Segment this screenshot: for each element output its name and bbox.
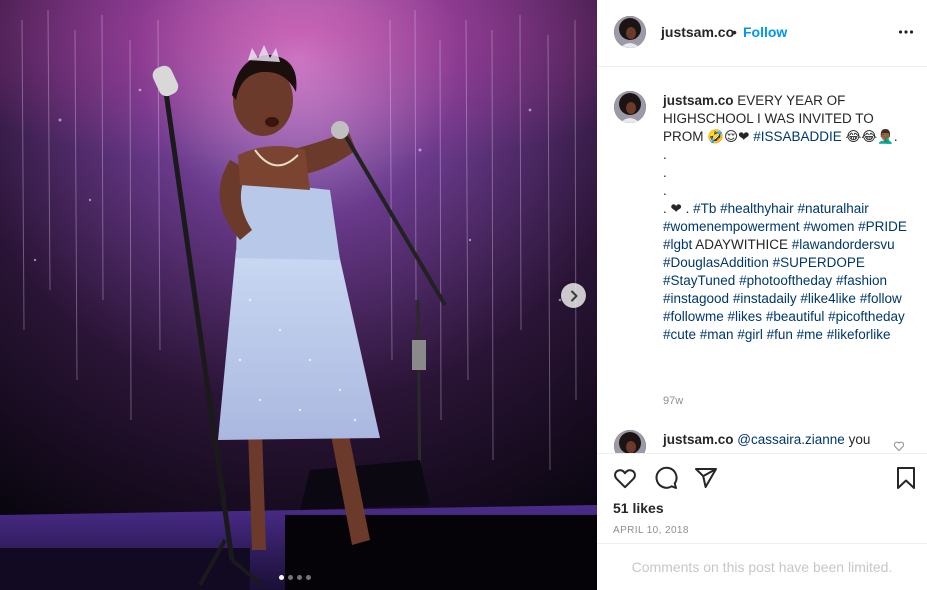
comments-limited-notice: Comments on this post have been limited. [597, 543, 927, 590]
hashtag-link[interactable]: #me [797, 327, 823, 342]
hashtag-link[interactable]: #fashion [836, 273, 887, 288]
follow-button[interactable]: Follow [743, 24, 787, 40]
carousel-dot [288, 575, 293, 580]
caption-text-segment [865, 255, 869, 270]
hashtag-link[interactable]: #instagood [663, 291, 729, 306]
caption-text: EVERY YEAR OF HIGHSCHOOL I WAS INVITED T… [663, 93, 911, 342]
hashtag-link[interactable]: #healthyhair [720, 201, 794, 216]
caption-text-segment [907, 219, 911, 234]
caption-username[interactable]: justsam.co [663, 93, 734, 108]
avatar[interactable] [614, 16, 646, 48]
hashtag-link[interactable]: #PRIDE [858, 219, 907, 234]
avatar[interactable] [614, 91, 646, 123]
next-photo-button[interactable] [561, 283, 586, 308]
hashtag-link[interactable]: #cute [663, 327, 696, 342]
comment-username[interactable]: justsam.co [663, 432, 734, 447]
caption-text-segment [887, 273, 891, 288]
hashtag-link[interactable]: #follow [860, 291, 902, 306]
comment-like-heart-icon[interactable] [893, 440, 905, 452]
hashtag-link[interactable]: #fun [767, 327, 793, 342]
hashtag-link[interactable]: #naturalhair [797, 201, 868, 216]
post-author-username[interactable]: justsam.co [661, 24, 734, 40]
comment-icon[interactable] [654, 466, 678, 490]
hashtag-link[interactable]: #lawandordersvu [792, 237, 895, 252]
avatar-image [614, 91, 646, 123]
comment-mention[interactable]: @cassaira.zianne [737, 432, 845, 447]
comment-text: you [844, 432, 871, 447]
hashtag-link[interactable]: #likes [728, 309, 763, 324]
hashtag-link[interactable]: #women [803, 219, 854, 234]
hashtag-link[interactable]: #SUPERDOPE [773, 255, 865, 270]
separator-dot: • [732, 24, 737, 40]
avatar-image [614, 16, 646, 48]
hashtag-link[interactable]: #likeforlike [827, 327, 891, 342]
caption-text-segment [905, 309, 909, 324]
post-date[interactable]: APRIL 10, 2018 [613, 525, 689, 536]
hashtag-link[interactable]: #womenempowerment [663, 219, 800, 234]
hashtag-link[interactable]: #StayTuned [663, 273, 735, 288]
like-count[interactable]: 51 likes [613, 500, 664, 516]
share-icon[interactable] [694, 466, 718, 490]
carousel-dot [297, 575, 302, 580]
carousel-indicator [279, 575, 311, 580]
hashtag-link[interactable]: #man [700, 327, 734, 342]
heart-icon[interactable] [613, 466, 637, 490]
comments-section[interactable]: justsam.co EVERY YEAR OF HIGHSCHOOL I WA… [597, 68, 927, 453]
caption-text-segment [895, 237, 899, 252]
comment: justsam.co @cassaira.zianne you [663, 432, 870, 447]
avatar-image [614, 430, 646, 453]
bookmark-icon[interactable] [894, 466, 918, 490]
hashtag-link[interactable]: #like4like [800, 291, 856, 306]
hashtag-link[interactable]: #lgbt [663, 237, 692, 252]
post-header: justsam.co • Follow [597, 0, 927, 67]
hashtag-link[interactable]: #followme [663, 309, 724, 324]
post-photo [0, 0, 597, 590]
post-actions: 51 likes APRIL 10, 2018 [597, 453, 927, 543]
hashtag-link[interactable]: #DouglasAddition [663, 255, 769, 270]
hashtag-link[interactable]: #Tb [693, 201, 716, 216]
caption-text-segment [869, 201, 873, 216]
carousel-dot [306, 575, 311, 580]
carousel-dot [279, 575, 284, 580]
more-options-icon[interactable] [898, 24, 914, 40]
hashtag-link[interactable]: #beautiful [766, 309, 825, 324]
next-arrow-icon [570, 290, 577, 301]
hashtag-link[interactable]: #ISSABADDIE [753, 129, 842, 144]
post-details-panel: justsam.co • Follow justsam.co EVERY YEA… [597, 0, 927, 590]
post-caption: justsam.co EVERY YEAR OF HIGHSCHOOL I WA… [663, 92, 911, 344]
caption-text-segment: ADAYWITHICE [692, 237, 792, 252]
caption-text-segment [902, 291, 906, 306]
hashtag-link[interactable]: #girl [737, 327, 763, 342]
post-media[interactable] [0, 0, 597, 590]
hashtag-link[interactable]: #photooftheday [739, 273, 832, 288]
avatar[interactable] [614, 430, 646, 453]
caption-timestamp[interactable]: 97w [663, 395, 683, 407]
hashtag-link[interactable]: #picoftheday [828, 309, 905, 324]
hashtag-link[interactable]: #instadaily [733, 291, 797, 306]
